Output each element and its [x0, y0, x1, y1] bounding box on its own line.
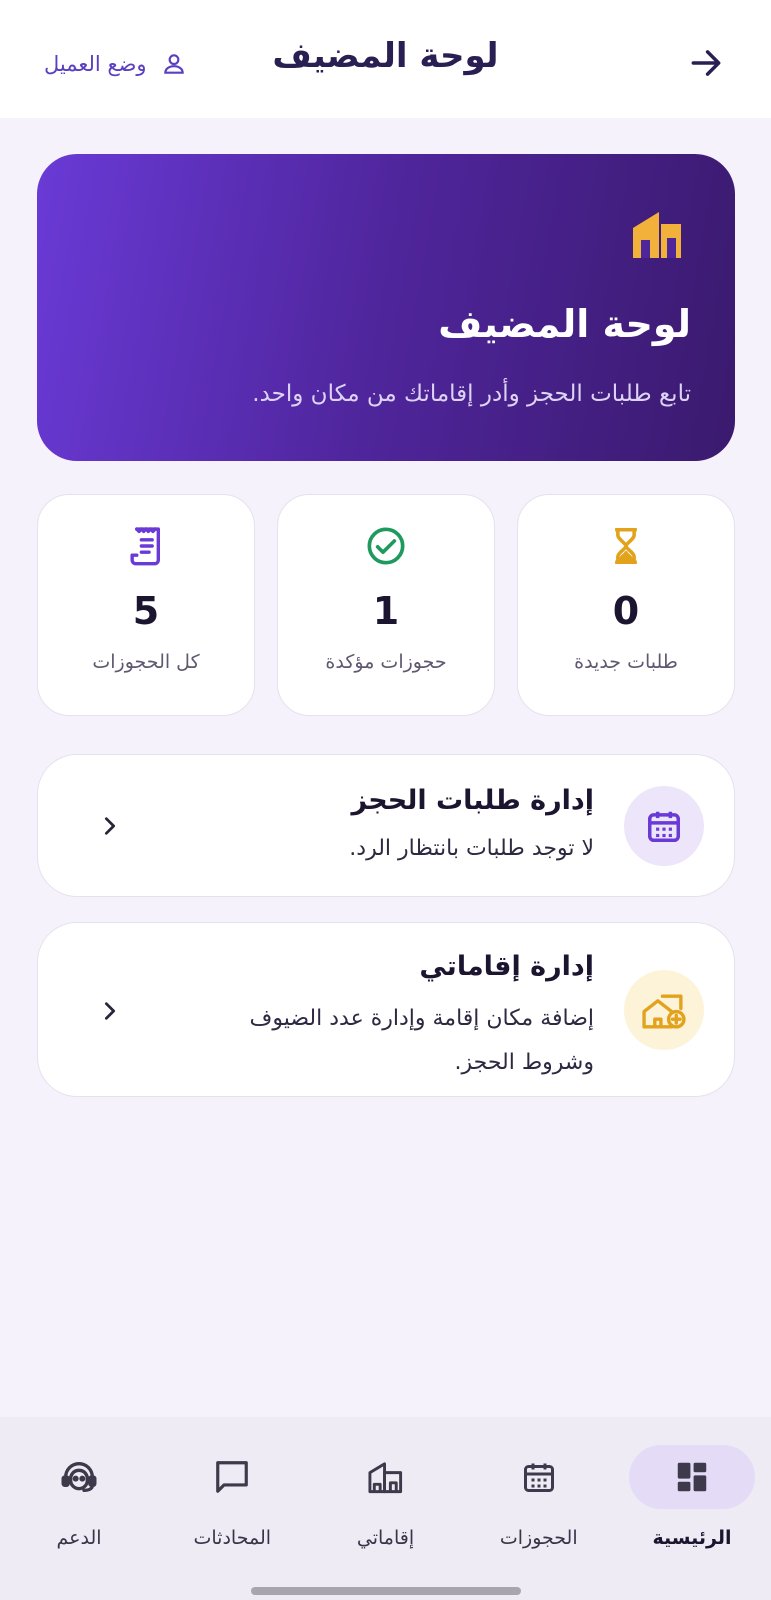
hero-title: لوحة المضيف [438, 302, 691, 346]
nav-item-home[interactable]: الرئيسية [627, 1417, 757, 1600]
nav-item-bookings[interactable]: الحجوزات [474, 1417, 604, 1600]
building-icon [633, 212, 681, 258]
card-title: إدارة طلبات الحجز [351, 785, 595, 816]
support-agent-icon [61, 1462, 97, 1492]
chevron-left-icon [96, 812, 124, 840]
nav-pill [323, 1445, 449, 1509]
card-title: إدارة إقاماتي [419, 951, 594, 982]
person-icon [163, 54, 184, 74]
dashboard-icon [677, 1462, 707, 1492]
nav-label: المحادثات [193, 1527, 272, 1549]
chat-icon [216, 1461, 249, 1493]
home-indicator[interactable] [251, 1587, 521, 1595]
stat-label: طلبات جديدة [574, 651, 678, 673]
nav-item-support[interactable]: الدعم [14, 1417, 144, 1600]
manage-stays-card[interactable]: إدارة إقاماتي إضافة مكان إقامة وإدارة عد… [37, 922, 735, 1097]
client-mode-label: وضع العميل [44, 52, 147, 76]
host-dashboard-screen: لوحة المضيف وضع العميل لوحة المضيف تابع … [0, 0, 771, 1600]
stat-new-requests[interactable]: 0 طلبات جديدة [517, 494, 735, 716]
nav-label: الدعم [56, 1527, 102, 1549]
stat-label: كل الحجوزات [92, 651, 200, 673]
stat-value: 1 [372, 589, 400, 633]
bottom-navigation: الرئيسية الحجوزات إقاماتي المحادثات الدع… [0, 1417, 771, 1600]
nav-label: الرئيسية [652, 1527, 732, 1549]
top-app-bar: لوحة المضيف وضع العميل [0, 0, 771, 118]
hero-banner: لوحة المضيف تابع طلبات الحجز وأدر إقامات… [37, 154, 735, 461]
stat-confirmed-bookings[interactable]: 1 حجوزات مؤكدة [277, 494, 495, 716]
calendar-icon [648, 811, 680, 842]
receipt-icon [125, 525, 167, 567]
hero-subtitle: تابع طلبات الحجز وأدر إقاماتك من مكان وا… [252, 381, 691, 407]
stat-label: حجوزات مؤكدة [325, 651, 447, 673]
home-add-icon [642, 994, 686, 1029]
manage-booking-requests-card[interactable]: إدارة طلبات الحجز لا توجد طلبات بانتظار … [37, 754, 735, 897]
card-description: لا توجد طلبات بانتظار الرد. [349, 836, 594, 861]
client-mode-button[interactable]: وضع العميل [44, 44, 187, 84]
calendar-icon [523, 1463, 554, 1492]
hourglass-icon [605, 525, 647, 567]
stat-value: 5 [132, 589, 160, 633]
nav-pill [16, 1445, 142, 1509]
stats-row: 0 طلبات جديدة 1 حجوزات مؤكدة 5 كل الحجوز… [37, 494, 735, 716]
stat-value: 0 [612, 589, 640, 633]
chevron-left-icon [96, 997, 124, 1025]
nav-item-my-stays[interactable]: إقاماتي [321, 1417, 451, 1600]
nav-label: الحجوزات [499, 1527, 578, 1549]
nav-item-chats[interactable]: المحادثات [167, 1417, 297, 1600]
nav-pill [169, 1445, 295, 1509]
stat-all-bookings[interactable]: 5 كل الحجوزات [37, 494, 255, 716]
card-description: إضافة مكان إقامة وإدارة عدد الضيوف وشروط… [249, 1006, 594, 1075]
check-circle-icon [365, 525, 407, 567]
nav-pill [629, 1445, 755, 1509]
nav-pill [476, 1445, 602, 1509]
nav-label: إقاماتي [356, 1527, 415, 1549]
card-icon-wrap [624, 786, 704, 866]
card-icon-wrap [624, 970, 704, 1050]
building-icon [367, 1462, 402, 1494]
